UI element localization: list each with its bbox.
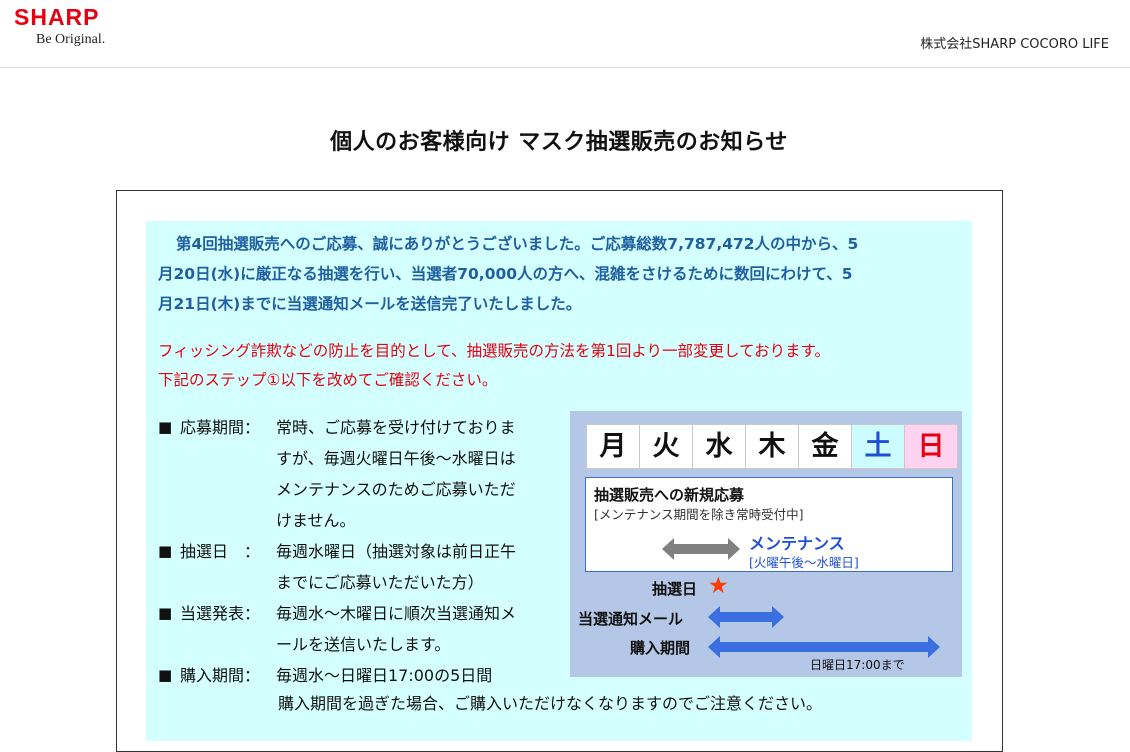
intro-line-2: 月20日(水)に厳正なる抽選を行い、当選者70,000人の方へ、混雑をさけるため… [158, 265, 853, 283]
purchase-period-arrow [708, 636, 940, 658]
schedule-diagram: 月 火 水 木 金 土 日 抽選販売への新規応募 [メンテナンス期間を除き常時受… [570, 411, 962, 677]
purchase-period-label: 購入期間 [630, 639, 691, 657]
schedule-label: 抽選日 ： [180, 542, 261, 561]
schedule-line: 毎週水曜日（抽選対象は前日正午 [276, 542, 517, 561]
schedule-line: ールを送信いたします。 [276, 635, 451, 654]
schedule-text: 毎週水曜日（抽選対象は前日正午 までにご応募いただいた方） [276, 536, 556, 598]
bullet-icon: ■ [158, 542, 173, 560]
schedule-line: メンテナンスのためご応募いただ [276, 480, 516, 499]
schedule-line: 毎週水〜木曜日に順次当選通知メ [276, 604, 517, 623]
maintenance-arrow [662, 538, 740, 560]
warning-text: フィッシング詐欺などの防止を目的として、抽選販売の方法を第1回より一部変更してお… [158, 337, 968, 395]
schedule-list: ■ 応募期間： 常時、ご応募を受け付けておりま すが、毎週火曜日午後〜水曜日は … [158, 412, 578, 691]
notice-mail-label: 当選通知メール [578, 610, 684, 628]
schedule-label: 購入期間： [180, 666, 261, 685]
schedule-line: すが、毎週火曜日午後〜水曜日は [276, 449, 516, 468]
schedule-item-announce: ■ 当選発表： 毎週水〜木曜日に順次当選通知メ ールを送信いたします。 [158, 598, 578, 660]
bullet-icon: ■ [158, 666, 173, 684]
notice-mail-arrow [708, 606, 784, 628]
warning-line-1: フィッシング詐欺などの防止を目的として、抽選販売の方法を第1回より一部変更してお… [158, 342, 831, 360]
sharp-logo[interactable]: SHARP Be Original. [14, 4, 105, 48]
schedule-line: けません。 [276, 511, 356, 530]
intro-line-3: 月21日(木)までに当選通知メールを送信完了いたしました。 [158, 295, 582, 313]
schedule-text: 毎週水〜木曜日に順次当選通知メ ールを送信いたします。 [276, 598, 556, 660]
schedule-line: までにご応募いただいた方） [276, 573, 484, 592]
purchase-note: 購入期間を過ぎた場合、ご購入いただけなくなりますのでご注意ください。 [278, 694, 823, 713]
intro-line-1: 第4回抽選販売へのご応募、誠にありがとうございました。ご応募総数7,787,47… [176, 235, 859, 253]
page-title: 個人のお客様向け マスク抽選販売のお知らせ [330, 130, 788, 155]
bullet-icon: ■ [158, 604, 173, 622]
logo-wordmark: SHARP [14, 4, 100, 30]
bullet-icon: ■ [158, 418, 173, 436]
schedule-line: 毎週水〜日曜日17:00の5日間 [276, 666, 493, 685]
timeline-arrows [662, 538, 940, 658]
schedule-label: 当選発表： [180, 604, 261, 623]
until-label: 日曜日17:00まで [810, 658, 905, 672]
schedule-item-draw: ■ 抽選日 ： 毎週水曜日（抽選対象は前日正午 までにご応募いただいた方） [158, 536, 578, 598]
logo-tagline: Be Original. [36, 32, 106, 47]
schedule-item-purchase: ■ 購入期間： 毎週水〜日曜日17:00の5日間 [158, 660, 578, 691]
star-icon: ★ [708, 573, 729, 599]
schedule-text: 毎週水〜日曜日17:00の5日間 [276, 660, 556, 691]
draw-day-label: 抽選日 [652, 580, 698, 598]
company-name: 株式会社SHARP COCORO LIFE [920, 37, 1109, 52]
schedule-line: 常時、ご応募を受け付けておりま [276, 418, 516, 437]
schedule-label: 応募期間： [180, 418, 261, 437]
site-header: SHARP Be Original. 株式会社SHARP COCORO LIFE [0, 0, 1130, 68]
intro-text: 第4回抽選販売へのご応募、誠にありがとうございました。ご応募総数7,787,47… [158, 229, 968, 319]
schedule-text: 常時、ご応募を受け付けておりま すが、毎週火曜日午後〜水曜日は メンテナンスのた… [276, 412, 556, 536]
schedule-item-apply: ■ 応募期間： 常時、ご応募を受け付けておりま すが、毎週火曜日午後〜水曜日は … [158, 412, 578, 536]
warning-line-2: 下記のステップ①以下を改めてご確認ください。 [158, 371, 498, 389]
